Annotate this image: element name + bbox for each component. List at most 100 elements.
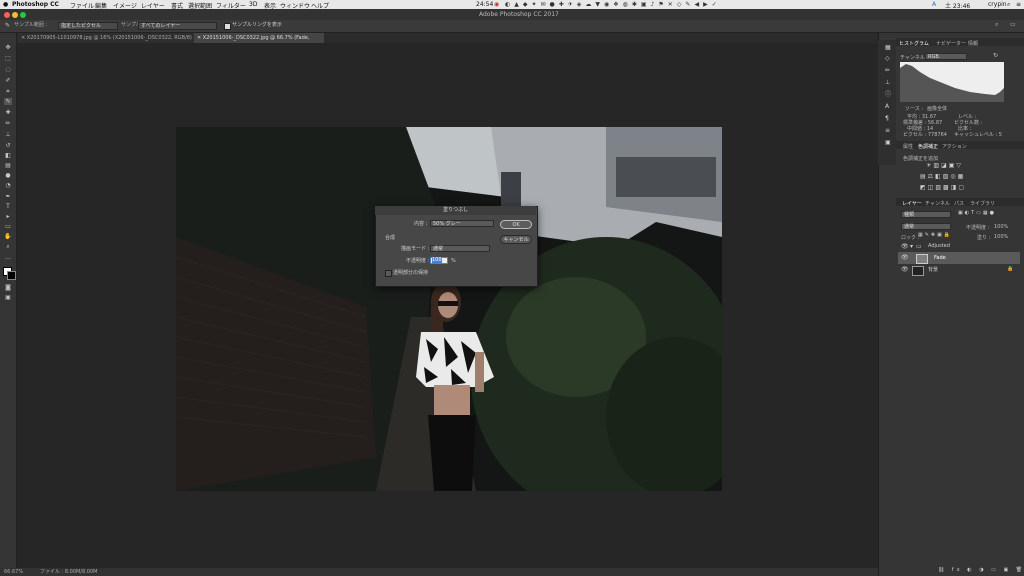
clone-stamp-tool-icon[interactable]: ⊥ [4,131,12,138]
history-panel-icon[interactable]: ▦ [885,45,891,51]
paragraph-icon[interactable]: ≡ [885,128,890,134]
lasso-tool-icon[interactable]: ◌ [4,66,12,73]
tab-layers[interactable]: レイヤー [902,200,922,207]
sample-size-label: サンプル範囲 : [14,22,48,28]
layer-name[interactable]: 背景 [928,268,938,273]
shape-tool-icon[interactable]: ▭ [4,223,12,230]
refresh-icon[interactable]: ↻ [993,53,998,59]
show-ring-checkbox[interactable] [224,23,231,30]
quick-mask-icon[interactable]: ◙ [4,284,12,291]
tab-libraries[interactable]: ライブラリ [970,200,995,207]
eye-icon[interactable]: 👁 [901,267,909,273]
gradient-tool-icon[interactable]: ▤ [4,162,12,169]
source-label: ソース : [905,106,924,112]
hand-tool-icon[interactable]: ✋ [4,233,12,240]
layer-row[interactable]: 👁 ▾ ▭ Adjusted [898,242,1020,252]
search-icon[interactable]: ⌕ [995,22,998,28]
chevron-down-icon[interactable]: ▾ [910,244,913,250]
ok-button[interactable]: OK [500,220,532,229]
dodge-tool-icon[interactable]: ◔ [4,182,12,189]
tab-actions[interactable]: アクション [942,143,967,150]
cancel-button[interactable]: キャンセル [500,235,532,244]
zoom-window-button[interactable] [20,12,26,18]
lock-icons[interactable]: ▦✎✥▣🔒 [918,233,952,238]
tool-preset-icon[interactable]: ◇ [885,56,890,62]
zoom-level[interactable]: 66.67% [4,570,23,575]
close-icon[interactable]: ✕ [21,35,25,41]
adjustment-icons-row-2[interactable]: ▤⚖◧▨◎▦ [920,174,965,180]
healing-brush-tool-icon[interactable]: ✚ [4,109,12,116]
tab-info[interactable]: 情報 [968,40,978,47]
path-select-tool-icon[interactable]: ▸ [4,213,12,220]
layer-name[interactable]: Fade [934,256,946,261]
blend-mode-select[interactable]: 通常 [901,223,951,230]
tab-document-1[interactable]: ✕ X20170905-L1010978.jpg @ 16% (X2015100… [18,33,194,51]
layer-bottom-icons[interactable]: ⛓ fx ◐ ◑ ▭ ▣ 🗑 [938,568,1024,573]
tab-navigator[interactable]: ナビゲーター [936,40,966,47]
mode-select[interactable]: 通常 [430,245,490,252]
layer-filter-icons[interactable]: ▣◐T▭▦● [958,211,996,216]
eyedropper-icon[interactable]: ✎ [5,23,10,29]
tab-channels[interactable]: チャンネル [925,200,950,207]
history-brush-tool-icon[interactable]: ↺ [4,142,12,149]
opacity-input-value: 100 [432,257,442,263]
channel-select[interactable]: RGB [925,53,967,60]
document-size: ファイル : 8.00M/8.00M [40,569,98,575]
sample-size-select[interactable]: 指定したピクセル [58,22,118,30]
apple-icon[interactable]: ● [3,1,8,8]
quick-select-tool-icon[interactable]: ✐ [4,77,12,84]
eye-icon[interactable]: 👁 [901,244,909,250]
pen-tool-icon[interactable]: ✒ [4,193,12,200]
blur-tool-icon[interactable]: ● [4,172,12,179]
user-name[interactable]: crypin [988,1,1007,8]
info-icon[interactable]: ⓘ [885,92,891,98]
screen-mode-icon[interactable]: ▣ [4,294,12,301]
source-value[interactable]: 画像全体 [927,105,947,112]
menu-3d[interactable]: 3D [249,1,257,8]
eyedropper-tool-icon[interactable]: ✎ [4,98,12,105]
tab-histogram[interactable]: ヒストグラム [899,40,929,47]
preserve-transparency-checkbox[interactable] [385,270,392,277]
zoom-tool-icon[interactable]: ⌕ [4,243,12,250]
close-icon[interactable]: ✕ [197,35,201,41]
layer-name[interactable]: Adjusted [928,244,950,249]
contents-select[interactable]: 50% グレー [430,220,494,227]
contents-label: 内容 : [414,221,428,227]
tab-document-2[interactable]: ✕ X20151006-_DSC0322.jpg @ 66.7% (Fade, … [194,33,324,51]
tab-properties[interactable]: 属性 [903,143,913,150]
glyphs-icon[interactable]: A [885,104,889,110]
marquee-tool-icon[interactable]: ⬚ [4,55,12,62]
move-tool-icon[interactable]: ✥ [4,44,12,51]
opacity-value[interactable]: 100% [994,224,1008,230]
close-window-button[interactable] [4,12,10,18]
brush-panel-icon[interactable]: ✏ [885,68,890,74]
brush-tool-icon[interactable]: ✏ [4,120,12,127]
workspace-icon[interactable]: ▭ [1010,22,1016,28]
opacity-label: 不透明度 : [966,225,990,231]
document-canvas[interactable] [176,127,722,491]
spotlight-icon[interactable]: ⌕ [1007,1,1010,9]
layer-kind-filter[interactable]: 種類 [901,211,951,218]
layer-row[interactable]: 👁 背景 🔒 [898,264,1020,276]
navigator-icon[interactable]: ▣ [885,140,891,146]
adjustment-icons-row-3[interactable]: ◩◫▧▩◨▢ [920,185,966,191]
record-icon: ◉ [494,1,500,8]
background-color-swatch[interactable] [7,271,16,280]
more-tools-icon[interactable]: … [4,254,12,261]
sample-select[interactable]: すべてのレイヤー [138,22,217,30]
adjustment-icons-row-1[interactable]: ☀▥◪▣▽ [926,163,963,169]
fill-value[interactable]: 100% [994,234,1008,240]
menu-list-icon[interactable]: ≡ [1016,1,1021,8]
clone-source-icon[interactable]: ⊥ [885,80,890,86]
type-tool-icon[interactable]: T [4,203,12,210]
eye-icon[interactable]: 👁 [901,255,909,261]
crop-tool-icon[interactable]: ⌗ [4,88,12,95]
opacity-input[interactable]: 100 [430,257,448,264]
tab-paths[interactable]: パス [954,200,964,207]
app-menu[interactable]: Photoshop CC [12,1,59,8]
minimize-window-button[interactable] [12,12,18,18]
tab-adjustments[interactable]: 色調補正 [918,143,938,150]
layer-row[interactable]: 👁 Fade [898,252,1020,264]
character-icon[interactable]: ¶ [885,116,889,122]
eraser-tool-icon[interactable]: ◧ [4,152,12,159]
